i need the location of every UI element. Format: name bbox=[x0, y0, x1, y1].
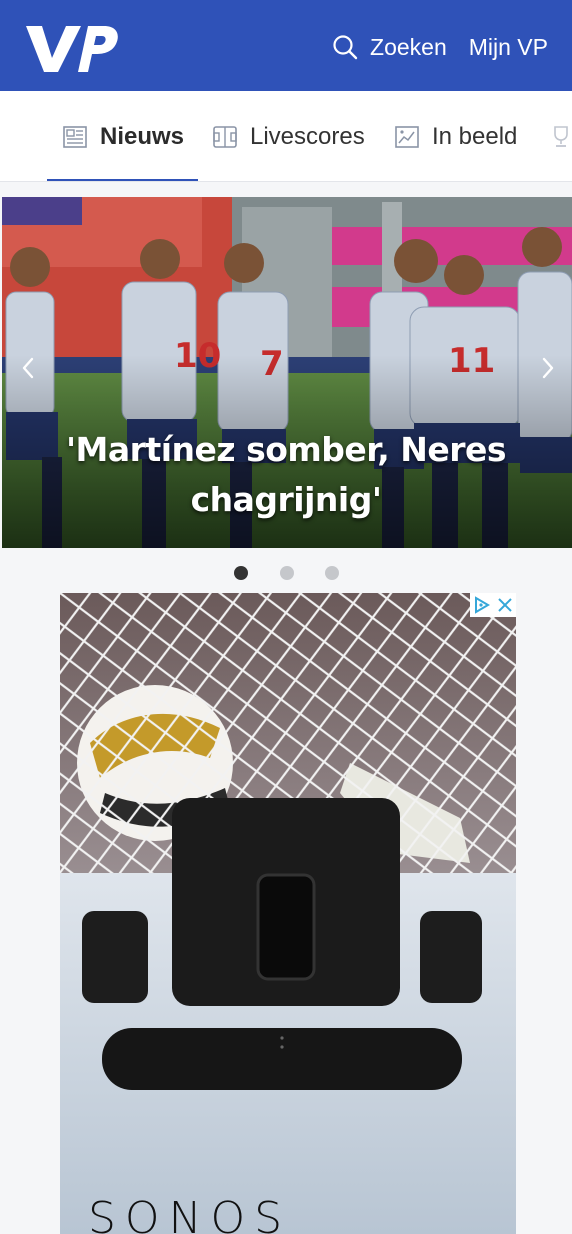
tab-label: In beeld bbox=[432, 122, 518, 150]
header-actions: Zoeken Mijn VP bbox=[332, 30, 548, 64]
image-icon bbox=[395, 125, 419, 148]
search-button[interactable]: Zoeken bbox=[332, 34, 447, 61]
carousel-pagination bbox=[0, 566, 572, 580]
section-spacer bbox=[0, 182, 572, 197]
carousel-headline[interactable]: 'Martínez somber, Neres chagrijnig' bbox=[0, 425, 572, 525]
carousel-dot-1[interactable] bbox=[234, 566, 248, 580]
carousel-dot-3[interactable] bbox=[325, 566, 339, 580]
tab-label: Nieuws bbox=[100, 122, 185, 150]
newspaper-icon bbox=[63, 125, 87, 148]
search-icon bbox=[333, 35, 358, 60]
search-label: Zoeken bbox=[370, 33, 447, 60]
section-tabs: Nieuws Livescores In beeld bbox=[0, 91, 572, 182]
tab-nieuws[interactable]: Nieuws bbox=[62, 91, 185, 181]
tab-label: Livescores bbox=[250, 122, 365, 150]
ad-choices[interactable] bbox=[470, 593, 516, 617]
account-link[interactable]: Mijn VP bbox=[469, 34, 548, 61]
tab-competities[interactable] bbox=[548, 91, 572, 181]
vp-logo[interactable] bbox=[26, 24, 118, 74]
trophy-icon bbox=[554, 125, 568, 147]
chevron-left-icon[interactable] bbox=[18, 355, 38, 381]
field-icon bbox=[213, 125, 237, 148]
close-icon[interactable] bbox=[497, 597, 513, 613]
adchoices-icon[interactable] bbox=[473, 596, 491, 614]
tab-livescores[interactable]: Livescores bbox=[212, 91, 365, 181]
ad-brand-logo: SONOS bbox=[88, 1193, 292, 1234]
headline-line-1: 'Martínez somber, Neres bbox=[65, 430, 507, 469]
site-header: Zoeken Mijn VP bbox=[0, 0, 572, 91]
ad-image bbox=[60, 593, 516, 1234]
headline-line-2: chagrijnig' bbox=[190, 480, 382, 519]
advertisement[interactable]: SONOS bbox=[60, 593, 516, 1234]
tab-in-beeld[interactable]: In beeld bbox=[394, 91, 518, 181]
chevron-right-icon[interactable] bbox=[538, 355, 558, 381]
carousel-dot-2[interactable] bbox=[280, 566, 294, 580]
